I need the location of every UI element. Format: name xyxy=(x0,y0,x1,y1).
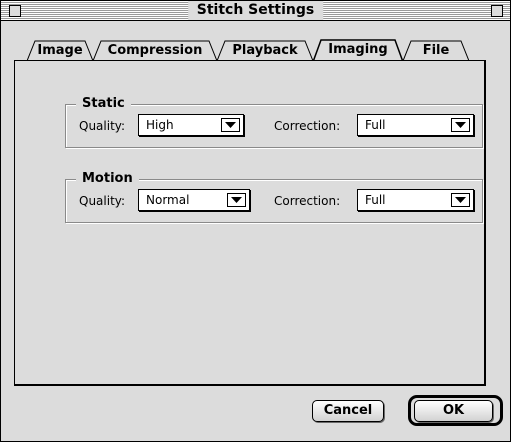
popup-arrow-icon xyxy=(451,193,470,207)
tab-label: Compression xyxy=(107,43,203,58)
static-quality-popup[interactable]: High xyxy=(138,114,244,136)
tab-file[interactable]: File xyxy=(403,40,469,62)
tab-image[interactable]: Image xyxy=(27,40,93,62)
tab-playback[interactable]: Playback xyxy=(217,40,313,62)
static-quality-label: Quality: xyxy=(79,119,126,133)
popup-arrow-icon xyxy=(227,193,246,207)
popup-arrow-icon xyxy=(221,118,240,132)
close-box-icon[interactable] xyxy=(9,5,21,17)
static-group-title: Static xyxy=(76,96,131,112)
tab-label: Playback xyxy=(232,43,298,58)
cancel-button[interactable]: Cancel xyxy=(312,400,384,422)
static-correction-popup[interactable]: Full xyxy=(357,114,474,136)
imaging-tab-panel: Static Quality: High Correction: Full Mo… xyxy=(14,60,486,386)
motion-quality-popup[interactable]: Normal xyxy=(138,189,250,211)
static-quality-value: High xyxy=(146,118,174,132)
tab-bar: Image Compression Playback Imaging File xyxy=(27,39,497,62)
title-bar[interactable]: Stitch Settings xyxy=(1,1,510,21)
popup-arrow-icon xyxy=(451,118,470,132)
motion-quality-value: Normal xyxy=(146,193,190,207)
zoom-box-icon[interactable] xyxy=(491,5,503,17)
motion-correction-value: Full xyxy=(365,193,386,207)
motion-group-title: Motion xyxy=(76,171,139,187)
tab-label: Imaging xyxy=(328,42,388,57)
tab-label: File xyxy=(422,43,450,58)
motion-correction-label: Correction: xyxy=(274,194,341,208)
tab-imaging[interactable]: Imaging xyxy=(313,39,403,62)
static-correction-label: Correction: xyxy=(274,119,341,133)
tab-label: Image xyxy=(37,43,83,58)
ok-button[interactable]: OK xyxy=(414,400,493,422)
motion-quality-label: Quality: xyxy=(79,194,126,208)
tab-compression[interactable]: Compression xyxy=(93,40,217,62)
static-correction-value: Full xyxy=(365,118,386,132)
stitch-settings-window: Stitch Settings Image Compression Playba… xyxy=(0,0,511,442)
window-title: Stitch Settings xyxy=(187,1,324,20)
motion-correction-popup[interactable]: Full xyxy=(357,189,474,211)
motion-group: Motion Quality: Normal Correction: Full xyxy=(65,171,483,223)
static-group: Static Quality: High Correction: Full xyxy=(65,96,483,148)
